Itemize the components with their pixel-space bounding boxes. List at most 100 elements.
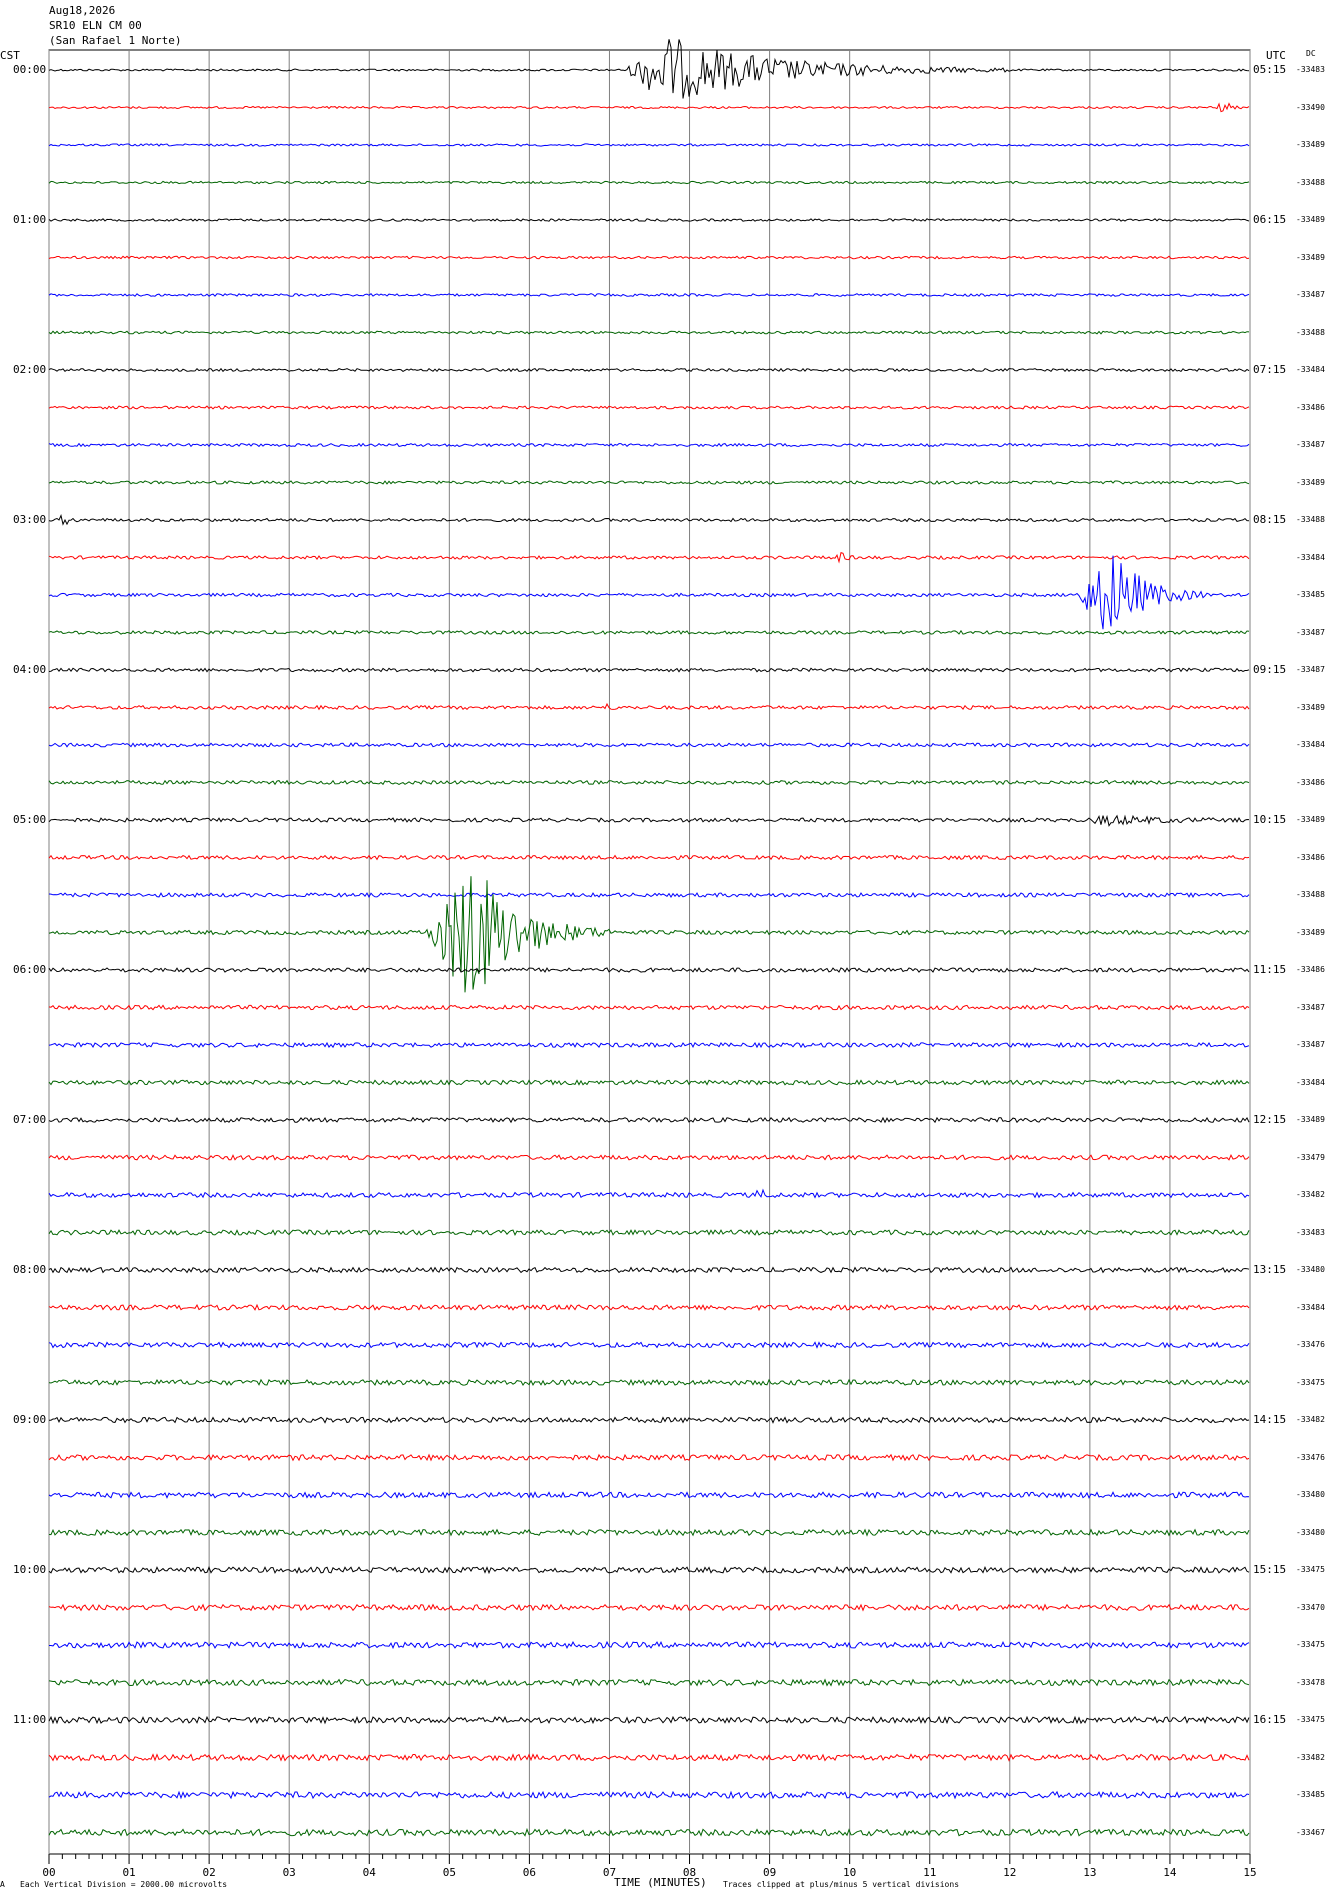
left-hour-label: 07:00 xyxy=(13,1113,47,1126)
dc-offset-value: -33485 xyxy=(1296,590,1325,599)
trace-line xyxy=(48,892,1250,899)
dc-offset-value: -33476 xyxy=(1296,1340,1325,1349)
trace-line xyxy=(48,1715,1250,1725)
dc-offset-value: -33482 xyxy=(1296,1415,1325,1424)
right-hour-label: 06:15 xyxy=(1253,213,1287,226)
trace-line xyxy=(48,1528,1250,1537)
dc-offset-value: -33480 xyxy=(1296,1527,1325,1537)
dc-offset-value: -33487 xyxy=(1296,1040,1325,1049)
x-tick-label: 09 xyxy=(763,1866,776,1879)
dc-offset-value: -33483 xyxy=(1296,1227,1325,1237)
dc-offset-value: -33470 xyxy=(1296,1602,1325,1612)
trace-line xyxy=(48,1188,1250,1199)
trace-line xyxy=(48,1303,1250,1312)
dc-offset-value: -33489 xyxy=(1296,140,1325,149)
dc-offset-value: -33480 xyxy=(1296,1490,1325,1499)
right-hour-label: 08:15 xyxy=(1253,513,1287,526)
trace-line xyxy=(48,1378,1250,1387)
trace-line xyxy=(48,1790,1250,1800)
dc-offset-value: -33487 xyxy=(1296,665,1325,674)
dc-offset-value: -33488 xyxy=(1296,515,1325,524)
traces xyxy=(48,39,1250,1837)
trace-line xyxy=(48,1266,1250,1274)
trace-line xyxy=(48,1753,1250,1762)
dc-offset-value: -33482 xyxy=(1296,1190,1325,1199)
dc-offset-value: -33475 xyxy=(1296,1640,1325,1649)
trace-line xyxy=(48,629,1250,635)
trace-line xyxy=(48,39,1250,99)
dc-offset-value: -33488 xyxy=(1296,890,1325,899)
trace-line xyxy=(48,330,1250,335)
dc-offset-value: -33489 xyxy=(1296,815,1325,824)
left-hour-label: 11:00 xyxy=(13,1713,47,1726)
trace-line xyxy=(48,367,1250,373)
right-hour-label: 11:15 xyxy=(1253,963,1287,976)
clip-note: Traces clipped at plus/minus 5 vertical … xyxy=(723,1880,960,1889)
trace-line xyxy=(48,1229,1250,1236)
scale-note: Each Vertical Division = 2000.00 microvo… xyxy=(20,1880,228,1889)
trace-line xyxy=(48,218,1250,222)
dc-offset-value: -33484 xyxy=(1296,1302,1325,1312)
dc-offset-value: -33489 xyxy=(1296,927,1325,937)
trace-line xyxy=(48,667,1250,673)
dc-offset-value: -33488 xyxy=(1296,327,1325,337)
x-tick-label: 00 xyxy=(42,1866,55,1879)
helicorder-plot: 00 01 02 03 04 05 06 07 08 09 10 11 12 13 14 15 xyxy=(42,39,1257,1879)
right-hour-label: 10:15 xyxy=(1253,813,1287,826)
right-hour-label: 13:15 xyxy=(1253,1263,1287,1276)
x-tick-label: 13 xyxy=(1083,1866,1096,1879)
plot-frame xyxy=(48,49,1251,1855)
trace-line xyxy=(48,1603,1250,1612)
left-hour-label: 05:00 xyxy=(13,813,47,826)
dc-offset-value: -33487 xyxy=(1296,1002,1325,1012)
dc-offset-value: -33489 xyxy=(1296,215,1325,224)
trace-line xyxy=(48,480,1250,485)
dc-offset-value: -33476 xyxy=(1296,1452,1325,1462)
trace-line xyxy=(48,1678,1250,1687)
dc-offset-value: -33484 xyxy=(1296,1077,1325,1087)
trace-line xyxy=(48,967,1250,974)
trace-line xyxy=(48,1004,1250,1011)
trace-line xyxy=(48,742,1250,748)
trace-line xyxy=(48,514,1250,526)
dc-offset-value: -33489 xyxy=(1296,477,1325,487)
x-tick-label: 03 xyxy=(283,1866,296,1879)
dc-offset-value: -33479 xyxy=(1296,1152,1325,1162)
trace-line xyxy=(49,1416,1250,1424)
dc-offset-value: -33475 xyxy=(1296,1715,1325,1724)
trace-line xyxy=(48,1041,1250,1049)
x-tick-label: 05 xyxy=(443,1866,456,1879)
x-tick-label: 12 xyxy=(1003,1866,1016,1879)
left-hour-label: 09:00 xyxy=(13,1413,47,1426)
dc-offset-value: -33475 xyxy=(1296,1565,1325,1574)
dc-offset-value: -33486 xyxy=(1296,777,1325,787)
dc-offset-value: -33486 xyxy=(1296,965,1325,974)
x-tick-label: 02 xyxy=(203,1866,216,1879)
trace-line xyxy=(48,102,1250,113)
trace-line xyxy=(48,1565,1250,1575)
x-tick-label: 06 xyxy=(523,1866,536,1879)
left-hour-label: 01:00 xyxy=(13,213,47,226)
grid xyxy=(48,49,1251,1855)
trace-line xyxy=(48,292,1250,298)
trace-line xyxy=(48,143,1250,147)
dc-offset-value: -33484 xyxy=(1296,552,1325,562)
trace-line xyxy=(49,1640,1250,1650)
dc-offset-value: -33484 xyxy=(1296,740,1325,749)
x-tick-label: 15 xyxy=(1243,1866,1256,1879)
x-axis-label: TIME (MINUTES) xyxy=(614,1876,707,1889)
x-tick-label: 01 xyxy=(122,1866,135,1879)
right-hour-label: 09:15 xyxy=(1253,663,1287,676)
corner-mark: A xyxy=(0,1880,5,1889)
left-hour-label: 08:00 xyxy=(13,1263,47,1276)
right-hour-label: 07:15 xyxy=(1253,363,1287,376)
dc-offset-value: -33478 xyxy=(1296,1677,1325,1687)
trace-line xyxy=(48,1827,1250,1837)
right-hour-label: 16:15 xyxy=(1253,1713,1287,1726)
dc-offset-value: -33488 xyxy=(1296,177,1325,187)
x-tick-label: 10 xyxy=(843,1866,856,1879)
x-tick-label: 11 xyxy=(923,1866,936,1879)
x-tick-label: 14 xyxy=(1163,1866,1177,1879)
trace-line xyxy=(48,255,1250,260)
trace-line xyxy=(48,555,1250,630)
